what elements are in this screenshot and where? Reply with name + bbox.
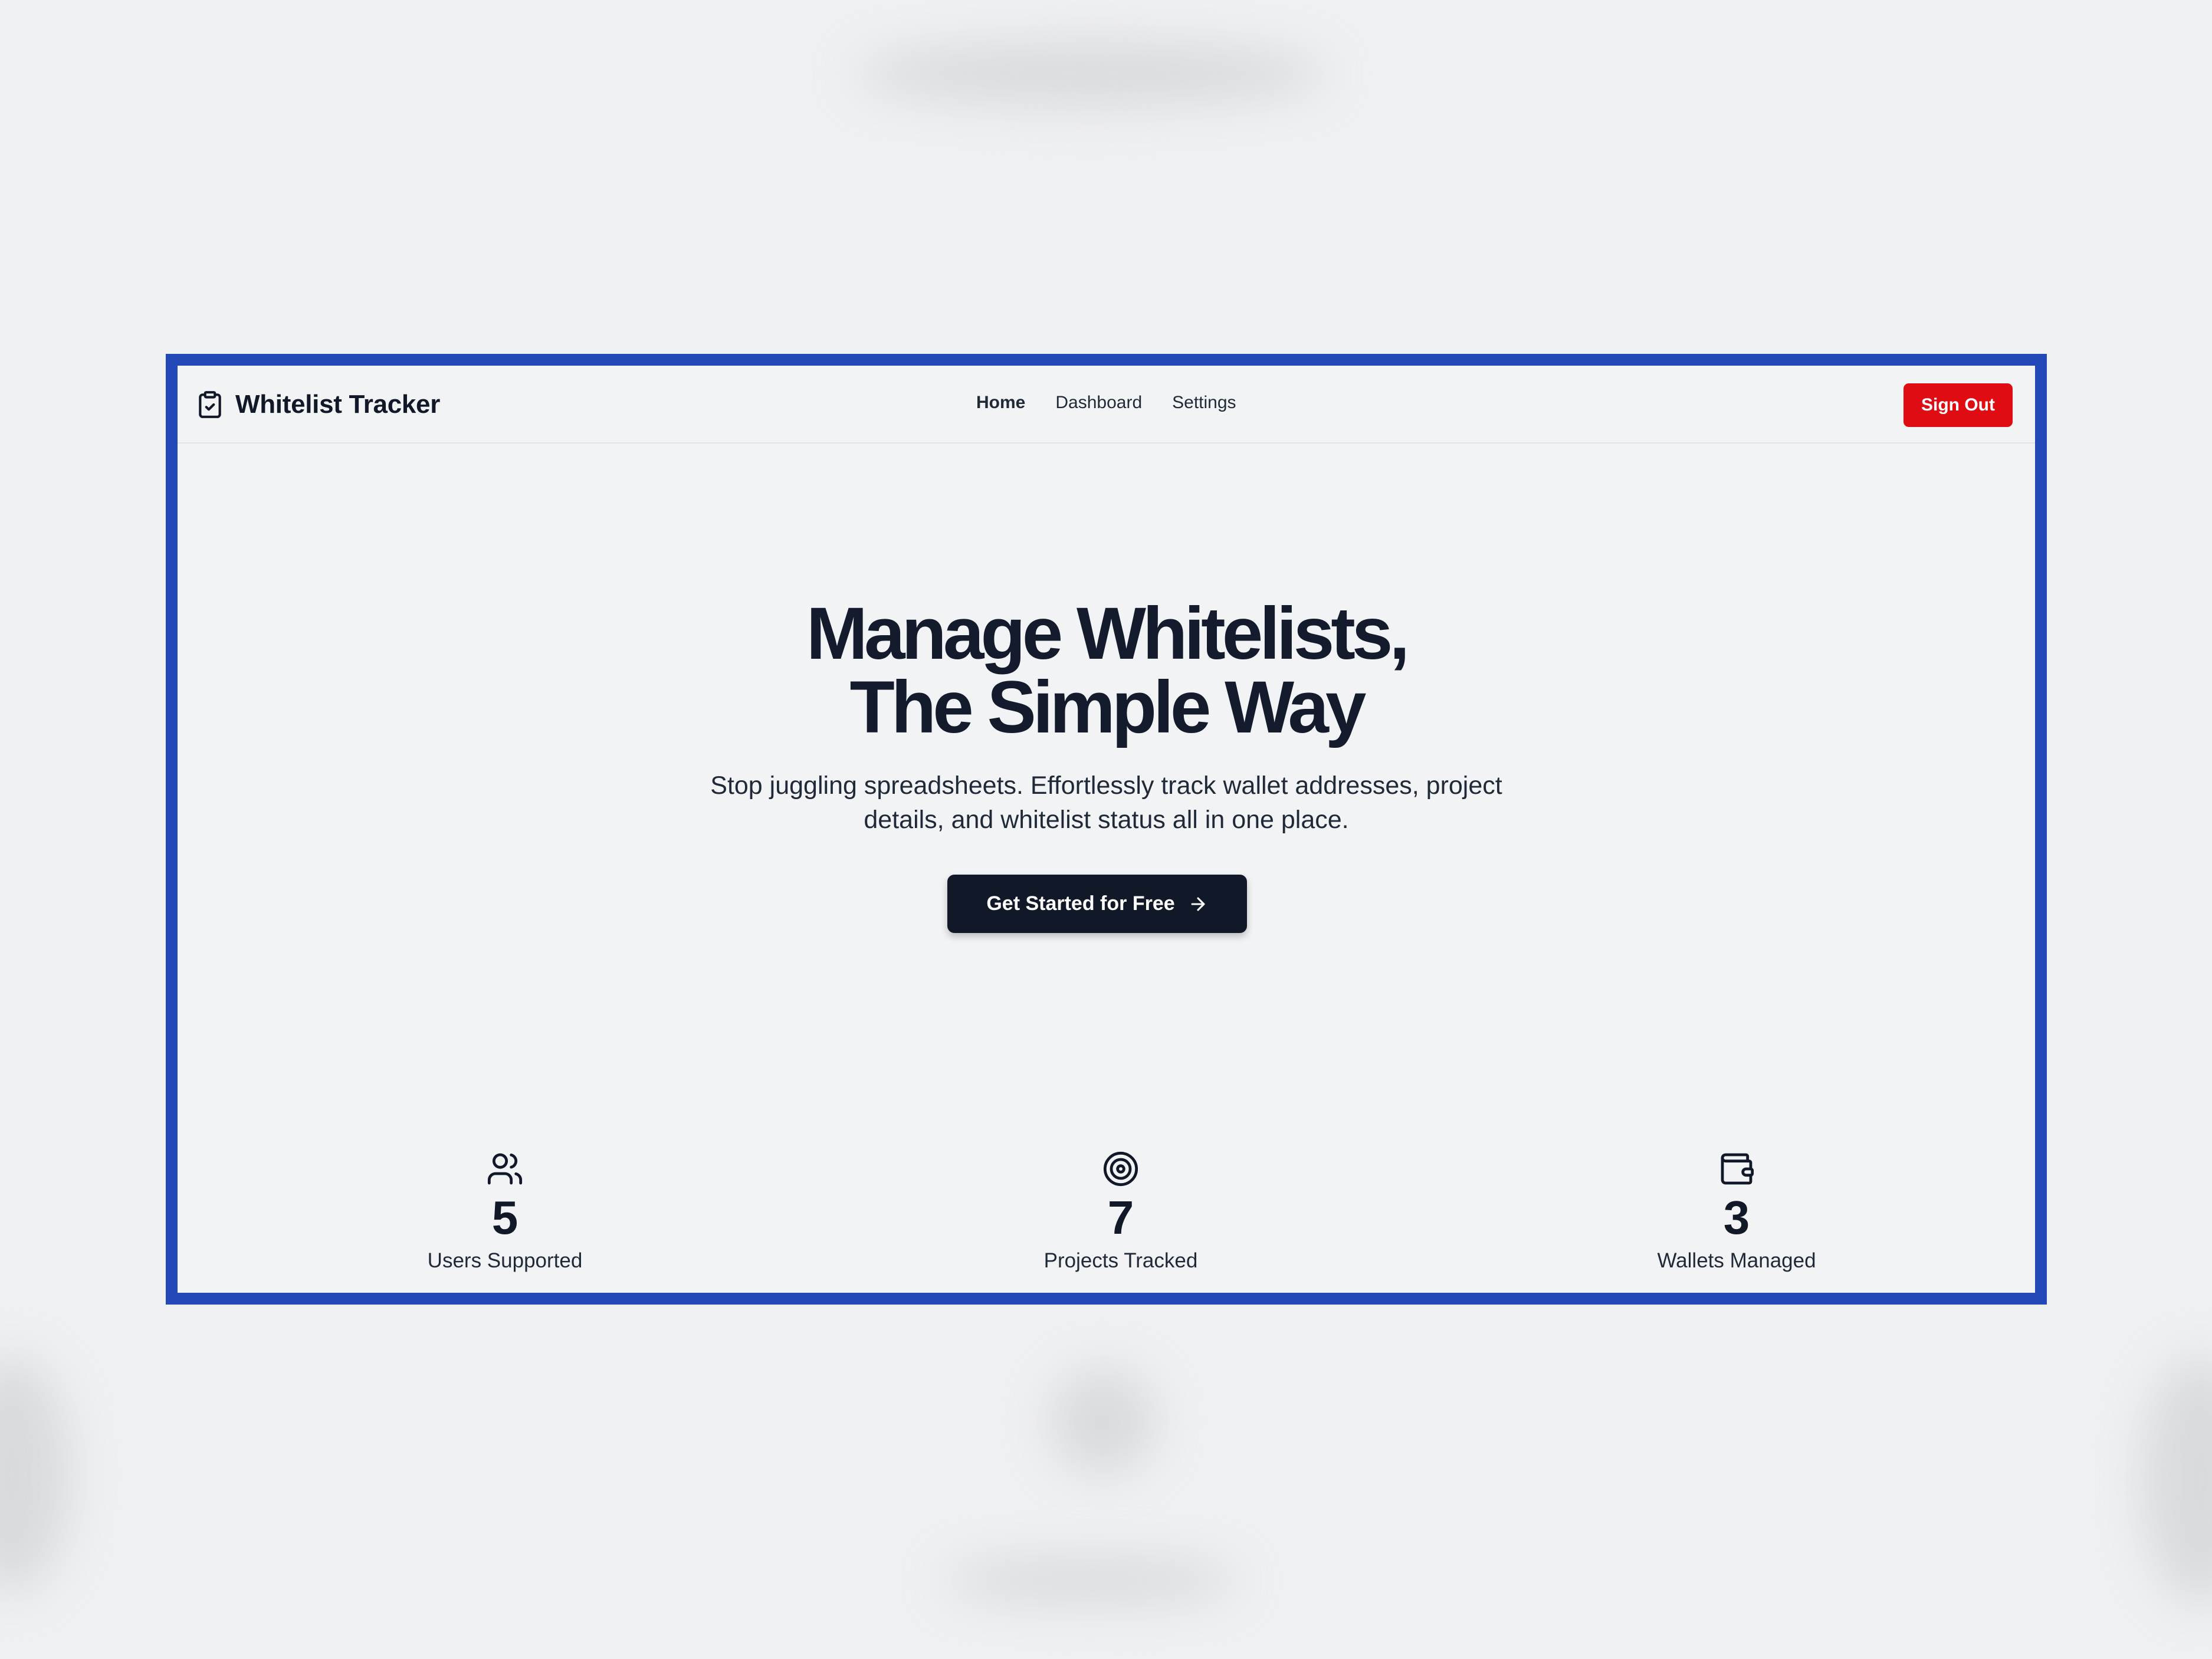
arrow-right-icon	[1191, 897, 1205, 911]
hero-title: Manage Whitelists, The Simple Way	[178, 597, 2035, 744]
clipboard-check-icon	[199, 391, 221, 418]
stat-wallets: 3 Wallets Managed	[1583, 1150, 1890, 1274]
nav-links: Home Dashboard Settings	[976, 393, 1236, 413]
nav-link-dashboard[interactable]: Dashboard	[1055, 393, 1142, 413]
stat-value: 3	[1723, 1191, 1750, 1244]
sign-out-button[interactable]: Sign Out	[1903, 383, 2013, 427]
stat-users: 5 Users Supported	[352, 1150, 658, 1274]
stat-label: Users Supported	[427, 1249, 583, 1272]
stat-value: 5	[491, 1191, 518, 1244]
hero-subtitle: Stop juggling spreadsheets. Effortlessly…	[710, 771, 1502, 834]
app-title: Whitelist Tracker	[235, 390, 441, 419]
stat-projects: 7 Projects Tracked	[967, 1150, 1274, 1274]
hero-title-line-1: Manage Whitelists,	[806, 593, 1410, 675]
brand[interactable]: Whitelist Tracker	[195, 388, 440, 421]
stat-value: 7	[1107, 1191, 1134, 1244]
target-icon	[1103, 1151, 1138, 1187]
nav-link-settings[interactable]: Settings	[1172, 393, 1236, 413]
get-started-button[interactable]: Get Started for Free	[947, 875, 1247, 933]
hero-title-line-2: The Simple Way	[849, 666, 1367, 748]
wallet-icon	[1721, 1153, 1754, 1185]
stat-label: Projects Tracked	[1043, 1249, 1198, 1272]
app-window: Whitelist Tracker Home Dashboard Setting…	[166, 354, 2047, 1305]
navbar: Whitelist Tracker Home Dashboard Setting…	[178, 366, 2035, 444]
get-started-label: Get Started for Free	[986, 892, 1175, 915]
users-icon	[487, 1153, 523, 1185]
nav-link-home[interactable]: Home	[976, 393, 1025, 413]
stat-label: Wallets Managed	[1657, 1249, 1816, 1272]
